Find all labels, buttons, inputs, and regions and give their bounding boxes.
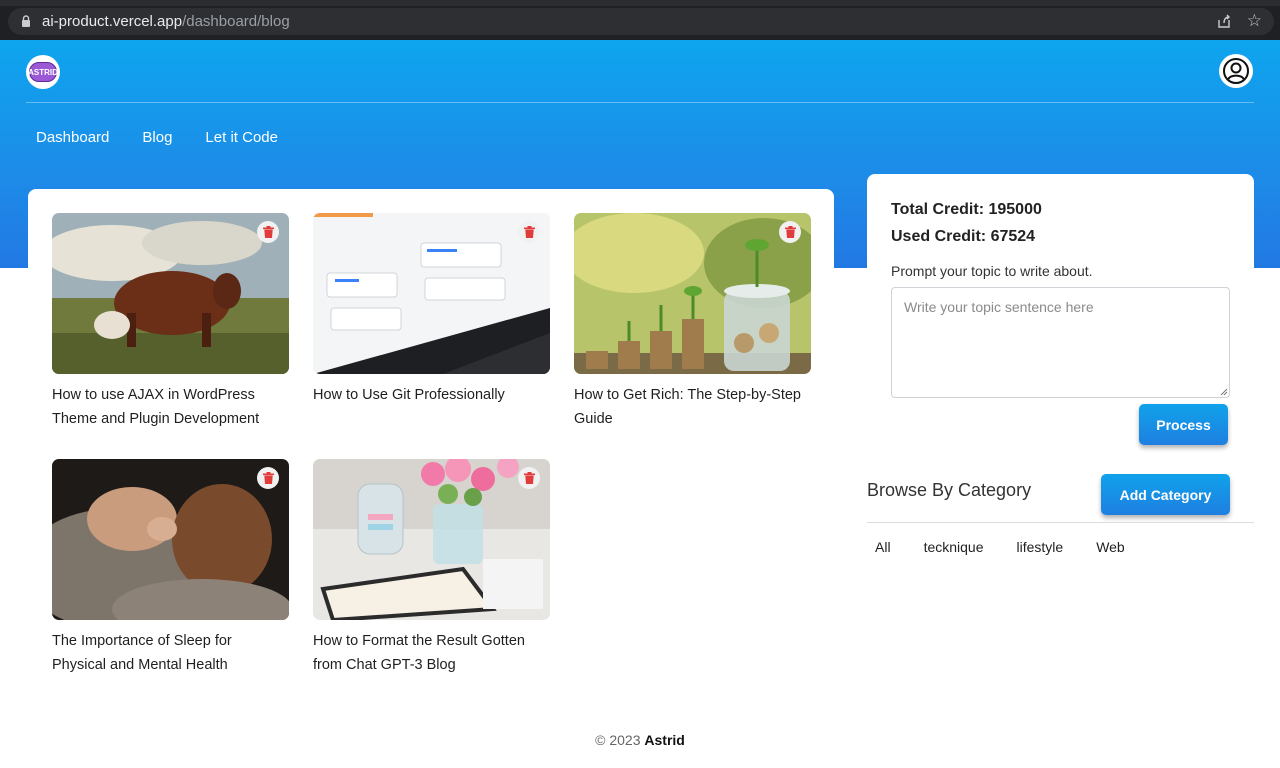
category-divider bbox=[867, 522, 1254, 523]
trash-icon bbox=[523, 472, 535, 484]
topic-input[interactable] bbox=[891, 287, 1230, 398]
post-thumbnail[interactable] bbox=[313, 213, 550, 374]
post-thumbnail[interactable] bbox=[574, 213, 811, 374]
trash-icon bbox=[262, 226, 274, 238]
post-thumbnail[interactable] bbox=[52, 459, 289, 620]
post-card[interactable]: How to Get Rich: The Step-by-Step Guide bbox=[574, 213, 811, 431]
delete-button[interactable] bbox=[518, 221, 540, 243]
nav-dashboard[interactable]: Dashboard bbox=[36, 129, 109, 147]
lock-icon bbox=[22, 15, 30, 27]
url-host: ai-product.vercel.app bbox=[42, 13, 183, 30]
used-credit: Used Credit: 67524 bbox=[891, 228, 1036, 245]
profile-button[interactable] bbox=[1219, 54, 1253, 88]
post-card[interactable]: How to Format the Result Gotten from Cha… bbox=[313, 459, 550, 677]
post-title[interactable]: The Importance of Sleep for Physical and… bbox=[52, 629, 289, 677]
category-heading: Browse By Category bbox=[867, 480, 1032, 500]
coins-plants-image bbox=[574, 213, 811, 374]
category-item-all[interactable]: All bbox=[875, 539, 891, 555]
post-thumbnail[interactable] bbox=[52, 213, 289, 374]
trash-icon bbox=[523, 226, 535, 238]
url-text[interactable]: ai-product.vercel.app/dashboard/blog bbox=[42, 13, 290, 30]
post-card[interactable]: The Importance of Sleep for Physical and… bbox=[52, 459, 289, 677]
footer-brand[interactable]: Astrid bbox=[644, 732, 684, 748]
delete-button[interactable] bbox=[257, 467, 279, 489]
category-item-lifestyle[interactable]: lifestyle bbox=[1017, 539, 1064, 555]
main-nav: Dashboard Blog Let it Code bbox=[36, 129, 311, 147]
logo[interactable]: ASTRID bbox=[26, 55, 60, 89]
credits-card bbox=[867, 174, 1254, 268]
cattle-painting-image bbox=[52, 213, 289, 374]
total-credit: Total Credit: 195000 bbox=[891, 201, 1042, 218]
delete-button[interactable] bbox=[257, 221, 279, 243]
post-title[interactable]: How to use AJAX in WordPress Theme and P… bbox=[52, 383, 289, 431]
url-path: /dashboard/blog bbox=[182, 13, 290, 30]
post-card[interactable]: How to Use Git Professionally bbox=[313, 213, 550, 407]
trash-icon bbox=[262, 472, 274, 484]
tab-strip bbox=[0, 0, 1280, 6]
nav-let-it-code[interactable]: Let it Code bbox=[205, 129, 278, 147]
post-title[interactable]: How to Use Git Professionally bbox=[313, 383, 550, 407]
footer: © 2023 Astrid bbox=[0, 732, 1280, 748]
resize-grip-icon[interactable] bbox=[1220, 388, 1228, 396]
post-title[interactable]: How to Format the Result Gotten from Cha… bbox=[313, 629, 550, 677]
address-bar[interactable]: ai-product.vercel.app/dashboard/blog ☆ bbox=[8, 8, 1274, 35]
bookmark-star-icon[interactable]: ☆ bbox=[1247, 12, 1262, 29]
post-card[interactable]: How to use AJAX in WordPress Theme and P… bbox=[52, 213, 289, 431]
add-category-button[interactable]: Add Category bbox=[1101, 474, 1230, 515]
category-item-tecknique[interactable]: tecknique bbox=[924, 539, 984, 555]
flowers-planner-image bbox=[313, 459, 550, 620]
sleeping-father-baby-image bbox=[52, 459, 289, 620]
share-icon[interactable] bbox=[1216, 13, 1232, 29]
nav-blog[interactable]: Blog bbox=[142, 129, 172, 147]
prompt-label: Prompt your topic to write about. bbox=[891, 263, 1093, 279]
delete-button[interactable] bbox=[779, 221, 801, 243]
category-item-web[interactable]: Web bbox=[1096, 539, 1125, 555]
post-title[interactable]: How to Get Rich: The Step-by-Step Guide bbox=[574, 383, 811, 431]
delete-button[interactable] bbox=[518, 467, 540, 489]
header-divider bbox=[26, 102, 1254, 103]
user-circle-icon bbox=[1223, 58, 1249, 84]
logo-badge: ASTRID bbox=[28, 62, 58, 82]
footer-copyright: © 2023 bbox=[595, 732, 641, 748]
post-thumbnail[interactable] bbox=[313, 459, 550, 620]
process-button[interactable]: Process bbox=[1139, 404, 1228, 445]
category-list: All tecknique lifestyle Web bbox=[875, 539, 1158, 555]
browser-chrome: ai-product.vercel.app/dashboard/blog ☆ bbox=[0, 0, 1280, 40]
laptop-repositories-image bbox=[313, 213, 550, 374]
trash-icon bbox=[784, 226, 796, 238]
